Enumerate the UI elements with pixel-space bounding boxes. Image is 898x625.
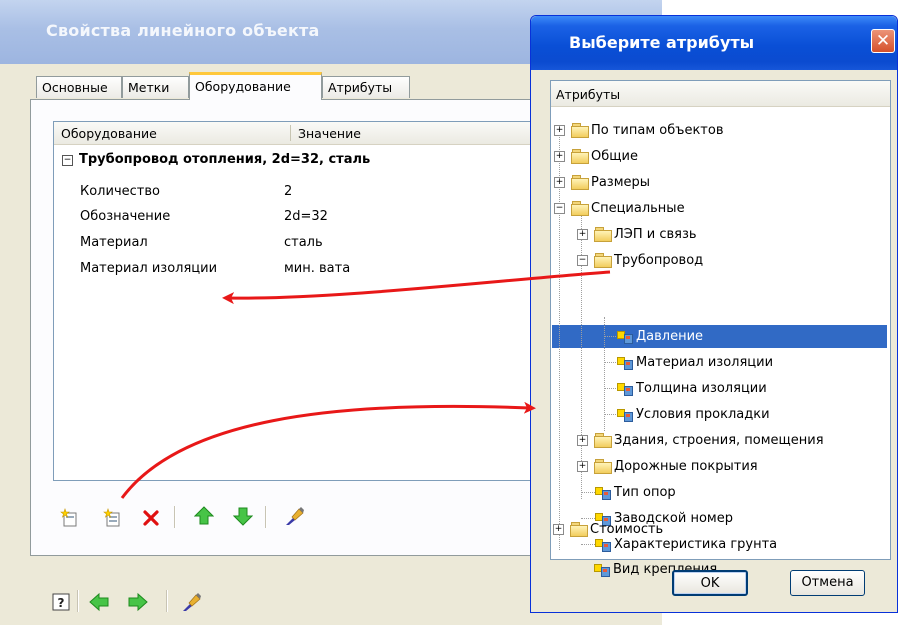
arrow-to-grid <box>222 270 611 305</box>
annotation-overlay <box>120 270 611 499</box>
arrow-to-dialog <box>120 401 536 499</box>
tab-equipment[interactable]: Оборудование <box>189 72 322 100</box>
